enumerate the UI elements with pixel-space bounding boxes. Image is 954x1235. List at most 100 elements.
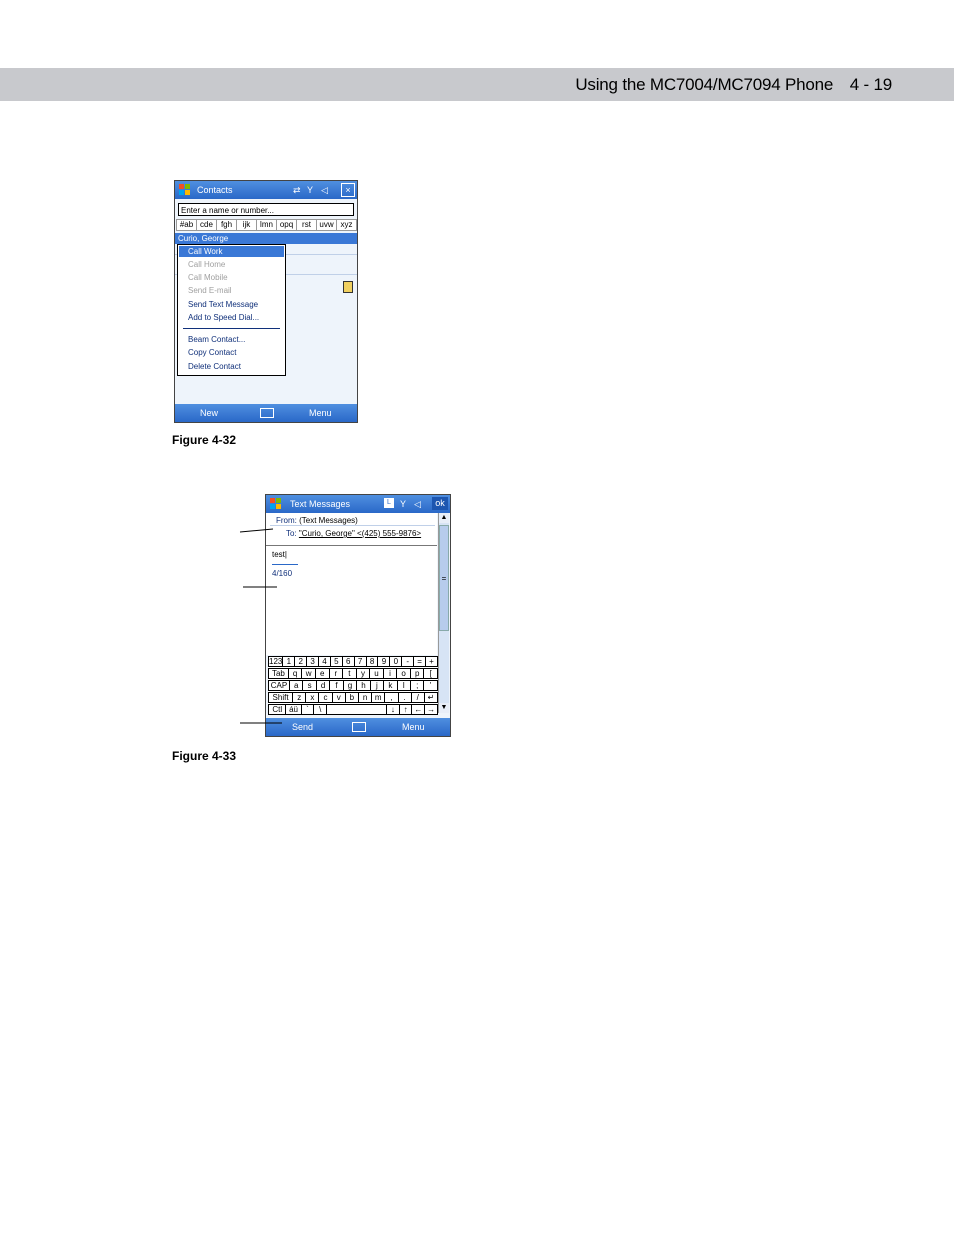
alpha-tab[interactable]: fgh <box>216 219 237 231</box>
context-menu: Call Work Call Home Call Mobile Send E-m… <box>177 244 286 376</box>
text-messages-softkey-bar: Send Menu <box>266 718 450 736</box>
softkey-menu[interactable]: Menu <box>309 408 332 418</box>
ok-button[interactable]: ok <box>432 497 448 510</box>
key-space[interactable] <box>326 704 387 715</box>
key[interactable]: \ <box>313 704 328 715</box>
alpha-tab[interactable]: #ab <box>176 219 197 231</box>
to-row: To: "Curio, George" <(425) 555-9876> <box>286 529 421 538</box>
keyboard-icon[interactable] <box>352 722 366 732</box>
key[interactable]: t <box>342 668 357 679</box>
key[interactable]: v <box>331 692 346 703</box>
key[interactable]: x <box>305 692 320 703</box>
input-mode-icon[interactable]: L <box>384 498 394 508</box>
key[interactable]: j <box>369 680 385 691</box>
key-enter[interactable]: ↵ <box>423 692 439 703</box>
volume-icon[interactable]: ◁ <box>414 499 421 510</box>
alpha-tab[interactable]: xyz <box>336 219 357 231</box>
keyboard-icon[interactable] <box>260 408 274 418</box>
selected-contact-row[interactable]: Curio, George <box>175 233 357 244</box>
key[interactable]: m <box>371 692 386 703</box>
key[interactable]: k <box>383 680 398 691</box>
key[interactable]: c <box>318 692 333 703</box>
softkey-menu[interactable]: Menu <box>402 722 425 732</box>
key[interactable]: g <box>342 680 358 691</box>
contacts-search-input[interactable]: Enter a name or number... <box>178 203 354 216</box>
key[interactable]: s <box>302 680 317 691</box>
key[interactable]: f <box>329 680 344 691</box>
vertical-scrollbar[interactable]: ▲ = ▼ <box>438 513 449 713</box>
key[interactable]: e <box>314 668 330 679</box>
key-left[interactable]: ← <box>411 704 426 715</box>
signal-icon[interactable]: Y <box>307 185 313 195</box>
connectivity-icon[interactable]: ⇄ <box>293 185 301 196</box>
close-icon[interactable]: × <box>341 183 355 197</box>
key[interactable]: p <box>409 668 425 679</box>
keyboard-row: 123 1 2 3 4 5 6 7 8 9 0 - = + <box>268 656 438 667</box>
key[interactable]: . <box>397 692 412 703</box>
key[interactable]: d <box>315 680 331 691</box>
start-icon[interactable] <box>178 183 192 197</box>
key[interactable]: o <box>396 668 411 679</box>
menu-item-call-mobile[interactable]: Call Mobile <box>188 272 228 283</box>
alpha-tab[interactable]: rst <box>296 219 317 231</box>
key[interactable]: [ <box>423 668 439 679</box>
signal-icon[interactable]: Y <box>400 499 406 509</box>
keyboard-row: Ctl áü ` \ ↓ ↑ ← → <box>268 704 439 715</box>
scroll-up-icon[interactable]: ▲ <box>439 513 449 523</box>
menu-item-beam-contact[interactable]: Beam Contact... <box>188 334 245 345</box>
scroll-down-icon[interactable]: ▼ <box>439 703 449 713</box>
keyboard-row: CAP a s d f g h j k l ; ' <box>268 680 438 691</box>
scroll-thumb[interactable]: = <box>439 525 449 631</box>
key[interactable]: ' <box>423 680 438 691</box>
key[interactable]: / <box>410 692 425 703</box>
key[interactable]: u <box>369 668 384 679</box>
text-messages-titlebar: Text Messages L Y ◁ ok <box>266 495 450 513</box>
contacts-title: Contacts <box>197 185 233 195</box>
menu-item-delete-contact[interactable]: Delete Contact <box>188 361 241 372</box>
callout-lines <box>239 528 282 724</box>
key-right[interactable]: → <box>424 704 439 715</box>
key[interactable]: ; <box>410 680 425 691</box>
key[interactable]: + <box>425 656 438 667</box>
soft-input-panel: 123 1 2 3 4 5 6 7 8 9 0 - = + Tab q w e … <box>268 656 439 715</box>
page-header: Using the MC7004/MC7094 Phone 4 - 19 <box>575 75 892 95</box>
key[interactable]: n <box>357 692 373 703</box>
menu-item-speed-dial[interactable]: Add to Speed Dial... <box>188 312 259 323</box>
menu-item-call-home[interactable]: Call Home <box>188 259 225 270</box>
key[interactable]: b <box>344 692 359 703</box>
key[interactable]: a <box>288 680 304 691</box>
key[interactable]: l <box>396 680 412 691</box>
menu-item-send-email[interactable]: Send E-mail <box>188 285 232 296</box>
alpha-tab[interactable]: uvw <box>316 219 337 231</box>
page-number: 4 - 19 <box>849 75 892 94</box>
softkey-send[interactable]: Send <box>292 722 313 732</box>
start-icon[interactable] <box>269 497 283 511</box>
alpha-tab[interactable]: cde <box>196 219 217 231</box>
alpha-tab[interactable]: lmn <box>256 219 277 231</box>
key[interactable]: r <box>328 668 344 679</box>
alpha-tab[interactable]: opq <box>276 219 297 231</box>
menu-item-copy-contact[interactable]: Copy Contact <box>188 347 236 358</box>
key[interactable]: z <box>292 692 307 703</box>
key[interactable]: , <box>384 692 399 703</box>
menu-item-send-text[interactable]: Send Text Message <box>188 299 258 310</box>
volume-icon[interactable]: ◁ <box>321 185 328 196</box>
to-value[interactable]: "Curio, George" <(425) 555-9876> <box>299 529 421 538</box>
menu-separator <box>183 328 280 329</box>
menu-item-call-work[interactable]: Call Work <box>179 246 284 257</box>
key[interactable]: q <box>287 668 303 679</box>
key[interactable]: h <box>356 680 371 691</box>
key[interactable]: ` <box>300 704 315 715</box>
contact-phone-icon <box>343 281 353 293</box>
text-messages-title: Text Messages <box>290 499 351 509</box>
alpha-tab[interactable]: ijk <box>236 219 257 231</box>
from-value[interactable]: (Text Messages) <box>299 516 358 525</box>
key[interactable]: i <box>382 668 398 679</box>
key[interactable]: y <box>355 668 371 679</box>
contacts-softkey-bar: New Menu <box>175 404 357 422</box>
key-up[interactable]: ↑ <box>398 704 413 715</box>
softkey-new[interactable]: New <box>200 408 218 418</box>
figure-caption: Figure 4-32 <box>172 433 237 447</box>
key-down[interactable]: ↓ <box>385 704 400 715</box>
key[interactable]: w <box>301 668 316 679</box>
